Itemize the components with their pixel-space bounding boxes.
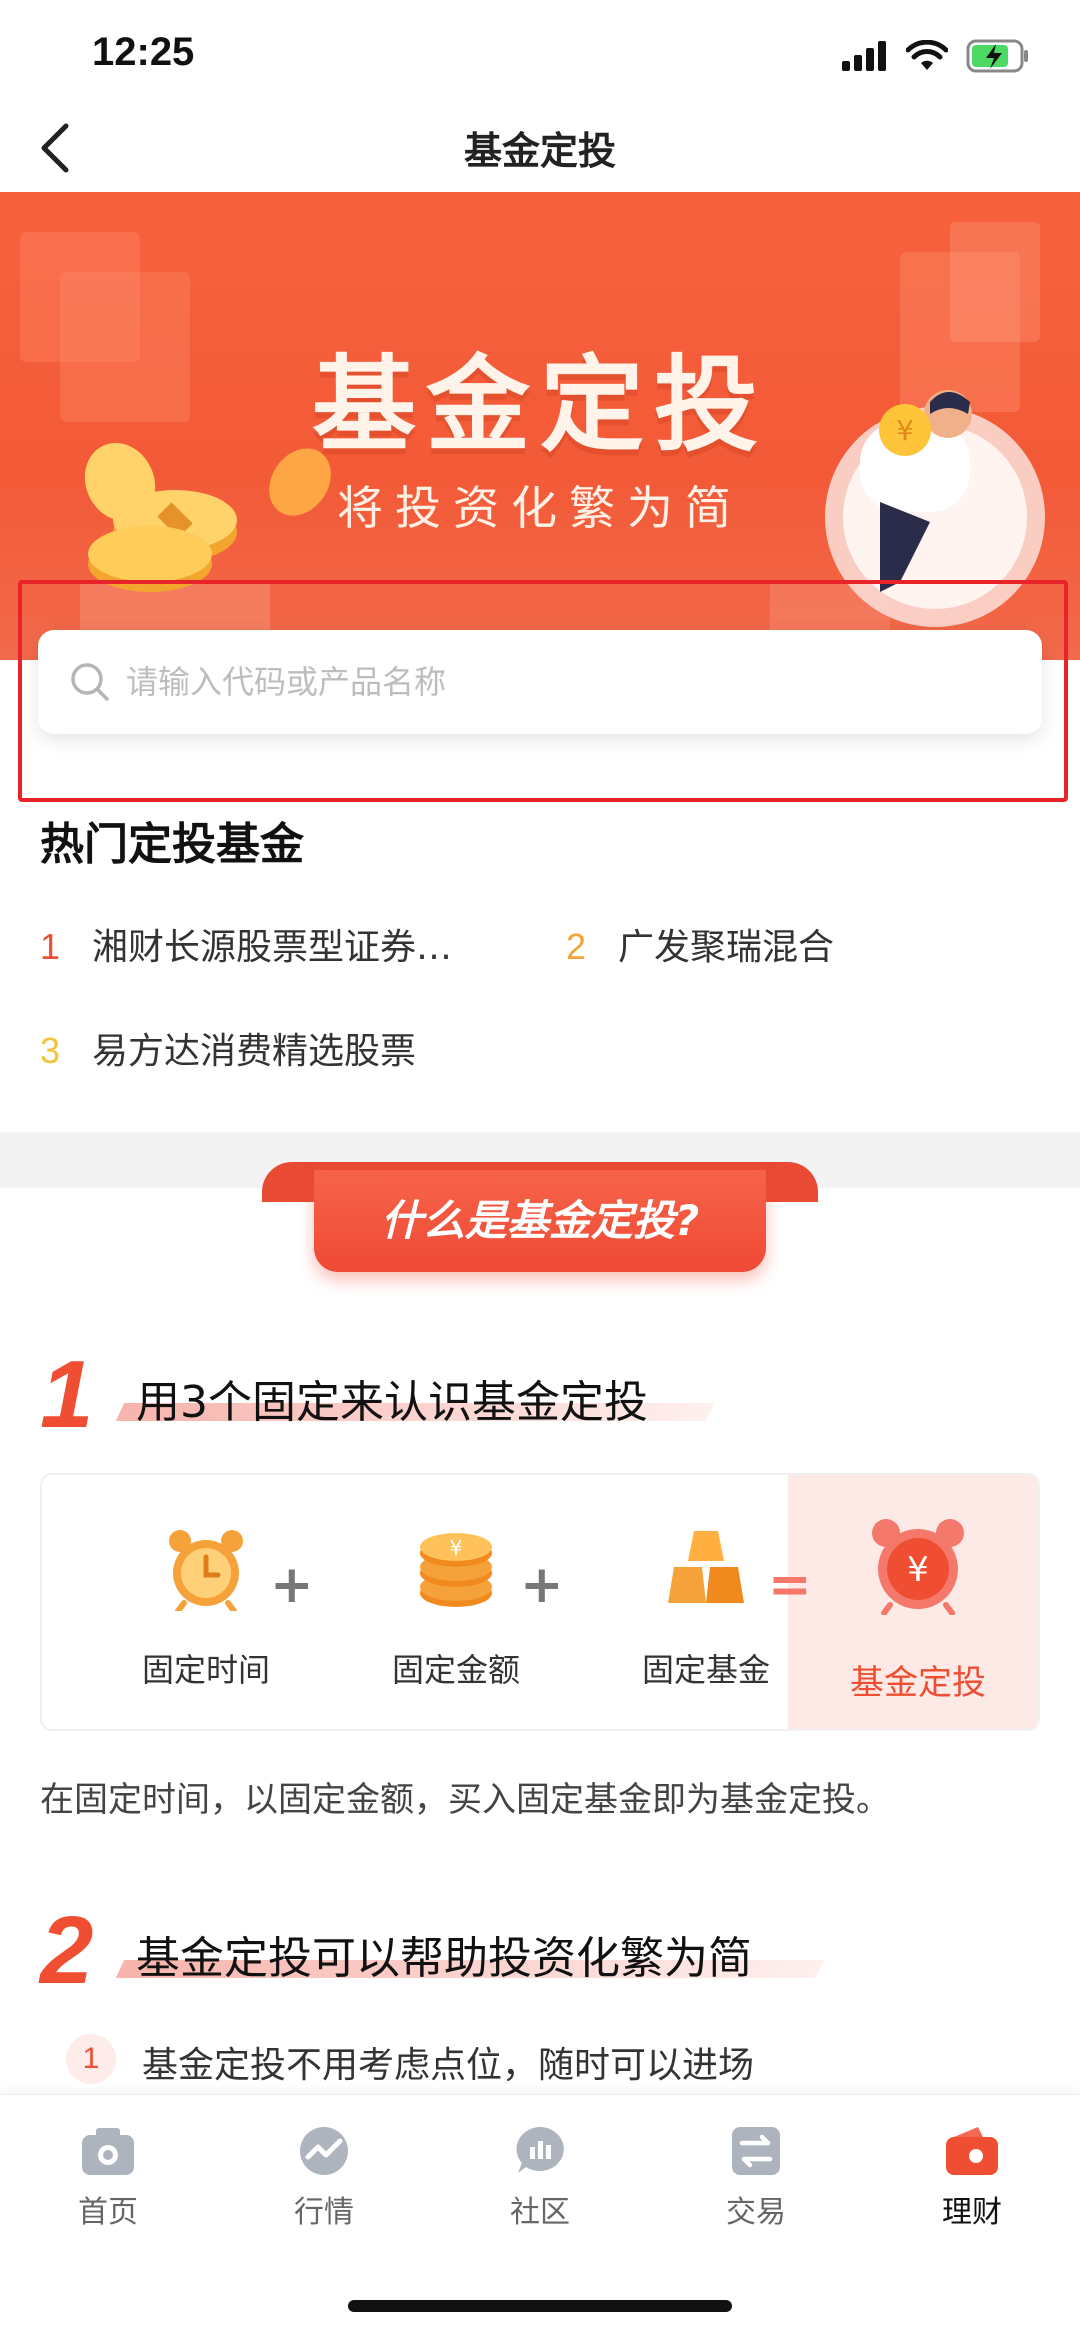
plus-sign: + (270, 1555, 314, 1615)
tab-label: 社区 (510, 2195, 570, 2230)
hot-fund-rank: 3 (40, 1030, 61, 1071)
tab-label: 首页 (78, 2195, 138, 2230)
formula-label-result: 基金定投 (850, 1663, 986, 1703)
signal-icon (842, 41, 886, 71)
hot-fund-name: 广发聚瑞混合 (618, 927, 835, 968)
tab-label: 理财 (942, 2195, 1002, 2230)
hot-fund-name: 易方达消费精选股票 (92, 1031, 417, 1072)
banner-title: 基金定投 (311, 344, 768, 466)
search-input[interactable] (126, 652, 1006, 712)
alarm-clock-icon (169, 1530, 243, 1611)
page-title: 基金定投 (463, 129, 616, 173)
search-bar[interactable] (38, 630, 1042, 734)
svg-text:¥: ¥ (907, 1550, 929, 1590)
wifi-icon (906, 40, 948, 70)
yuan-alarm-clock-icon: ¥ (872, 1519, 964, 1615)
tab-label: 行情 (294, 2195, 354, 2230)
gold-bars-icon (668, 1531, 744, 1603)
point-number-badge: 1 (66, 2034, 116, 2084)
search-icon (71, 663, 109, 701)
hot-fund-rank: 1 (40, 926, 61, 967)
section-1-description: 在固定时间，以固定金额，买入固定基金即为基金定投。 (40, 1780, 890, 1820)
community-chat-icon (516, 2127, 564, 2173)
wealth-wallet-icon (946, 2127, 998, 2175)
formula-item-result: ¥ 基金定投 (818, 1475, 1018, 1729)
coin-stack-icon: ¥ (420, 1533, 492, 1607)
banner-subtitle: 将投资化繁为简 (337, 481, 743, 535)
nav-bar: 基金定投 (0, 110, 1080, 192)
formula-label-amount: 固定金额 (391, 1651, 520, 1689)
status-time: 12:25 (92, 30, 195, 74)
hot-fund-name: 湘财长源股票型证券… (92, 927, 453, 968)
hot-fund-item-2[interactable]: 2 广发聚瑞混合 (566, 918, 834, 970)
status-bar: 12:25 (0, 0, 1080, 110)
section-1-title: 用3个固定来认识基金定投 (136, 1377, 648, 1428)
tab-trade[interactable]: 交易 (676, 2125, 836, 2235)
tab-wealth[interactable]: 理财 (892, 2125, 1052, 2235)
battery-icon (966, 39, 1028, 73)
explainer-tab: 什么是基金定投? (314, 1170, 766, 1272)
tab-label: 交易 (726, 2195, 786, 2230)
formula-label-fund: 固定基金 (641, 1651, 770, 1689)
trade-exchange-icon (732, 2127, 780, 2175)
tab-home[interactable]: 首页 (28, 2125, 188, 2235)
hot-fund-item-1[interactable]: 1 湘财长源股票型证券… (40, 918, 452, 970)
hot-funds-title: 热门定投基金 (40, 819, 304, 870)
home-camera-icon (82, 2128, 134, 2175)
section-2-title: 基金定投可以帮助投资化繁为简 (136, 1933, 752, 1984)
section-2-number: 2 (40, 1897, 94, 2004)
hero-banner: ¥ 基金定投 将投资化繁为简 (0, 192, 1080, 660)
formula-label-time: 固定时间 (141, 1651, 270, 1689)
tab-community[interactable]: 社区 (460, 2125, 620, 2235)
status-icons (842, 36, 1030, 76)
section-1-number: 1 (40, 1341, 94, 1448)
tab-market[interactable]: 行情 (244, 2125, 404, 2235)
plus-sign: + (520, 1555, 564, 1615)
hot-fund-rank: 2 (566, 926, 587, 967)
market-trend-icon (300, 2127, 348, 2175)
point-text: 基金定投不用考虑点位，随时可以进场 (142, 2045, 755, 2086)
equals-sign: = (768, 1555, 812, 1615)
hot-fund-item-3[interactable]: 3 易方达消费精选股票 (40, 1022, 416, 1074)
home-indicator (348, 2300, 732, 2312)
svg-text:¥: ¥ (450, 1536, 463, 1560)
formula-card: 固定时间 + ¥ 固定金额 + 固定基金 = ¥ 基金定投 (40, 1473, 1040, 1731)
